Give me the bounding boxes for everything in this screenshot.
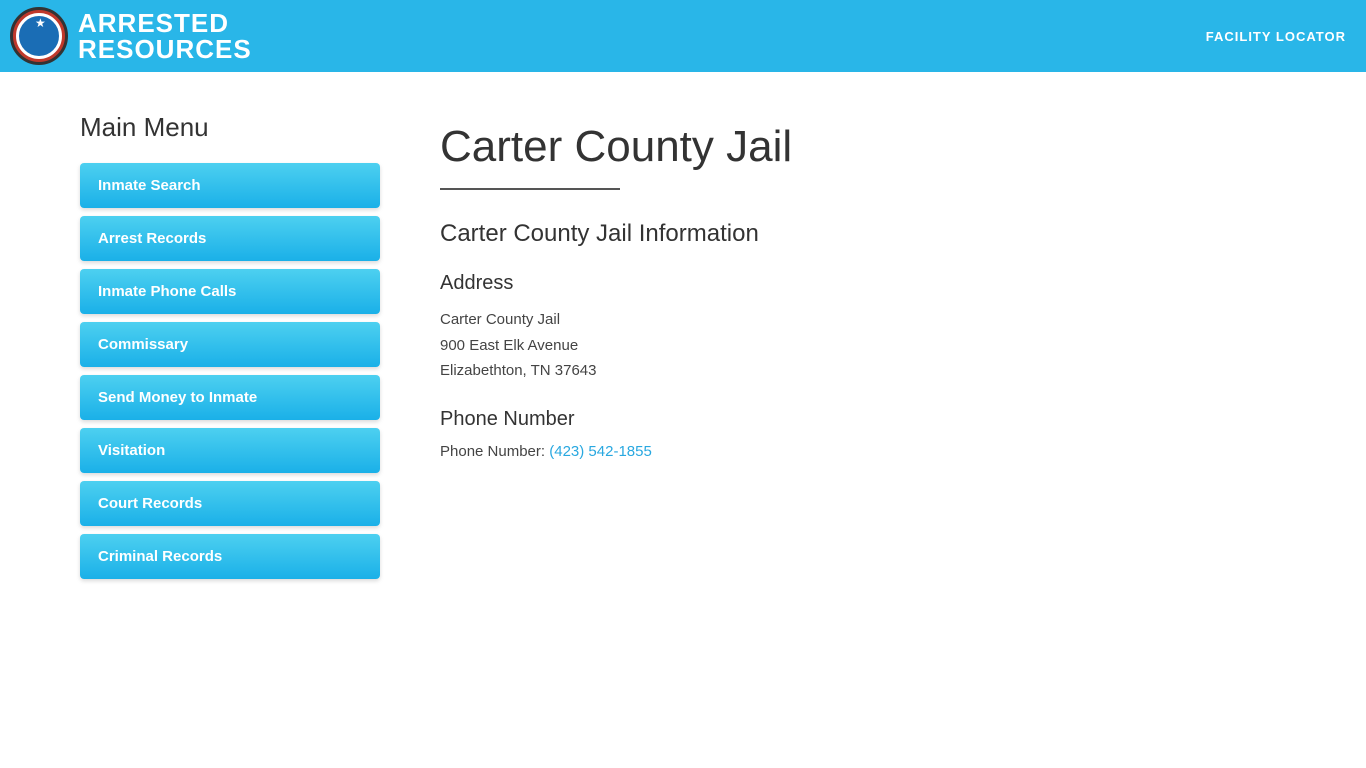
address-block: Carter County Jail 900 East Elk Avenue E… bbox=[440, 307, 1286, 384]
logo-line1: ARRESTED bbox=[78, 10, 252, 36]
address-line2: 900 East Elk Avenue bbox=[440, 337, 578, 354]
menu-item-visitation[interactable]: Visitation bbox=[80, 428, 380, 473]
main-menu-title: Main Menu bbox=[80, 112, 380, 143]
main-content: Main Menu Inmate Search Arrest Records I… bbox=[0, 72, 1366, 627]
menu-item-criminal-records[interactable]: Criminal Records bbox=[80, 534, 380, 579]
phone-heading: Phone Number bbox=[440, 408, 1286, 431]
menu-item-court-records[interactable]: Court Records bbox=[80, 481, 380, 526]
header-nav: FACILITY LOCATOR bbox=[1206, 29, 1346, 44]
content-area: Carter County Jail Carter County Jail In… bbox=[440, 112, 1286, 587]
logo-area: ARRESTED RESOURCES bbox=[0, 3, 262, 69]
header: ARRESTED RESOURCES FACILITY LOCATOR bbox=[0, 0, 1366, 72]
sidebar: Main Menu Inmate Search Arrest Records I… bbox=[80, 112, 380, 587]
section-heading: Carter County Jail Information bbox=[440, 220, 1286, 248]
logo-container: ARRESTED RESOURCES bbox=[0, 3, 262, 69]
phone-label-text: Phone Number: (423) 542-1855 bbox=[440, 443, 1286, 460]
logo-text: ARRESTED RESOURCES bbox=[78, 10, 252, 62]
logo-badge bbox=[10, 7, 68, 65]
menu-item-arrest-records[interactable]: Arrest Records bbox=[80, 216, 380, 261]
menu-item-commissary[interactable]: Commissary bbox=[80, 322, 380, 367]
address-line1: Carter County Jail bbox=[440, 311, 560, 328]
page-title: Carter County Jail bbox=[440, 122, 1286, 172]
menu-item-inmate-phone-calls[interactable]: Inmate Phone Calls bbox=[80, 269, 380, 314]
phone-number-link[interactable]: (423) 542-1855 bbox=[549, 443, 652, 460]
address-heading: Address bbox=[440, 272, 1286, 295]
facility-locator-link[interactable]: FACILITY LOCATOR bbox=[1206, 29, 1346, 44]
title-divider bbox=[440, 188, 620, 190]
menu-item-inmate-search[interactable]: Inmate Search bbox=[80, 163, 380, 208]
logo-line2: RESOURCES bbox=[78, 36, 252, 62]
menu-item-send-money[interactable]: Send Money to Inmate bbox=[80, 375, 380, 420]
address-line3: Elizabethton, TN 37643 bbox=[440, 362, 597, 379]
phone-label: Phone Number: bbox=[440, 443, 549, 460]
